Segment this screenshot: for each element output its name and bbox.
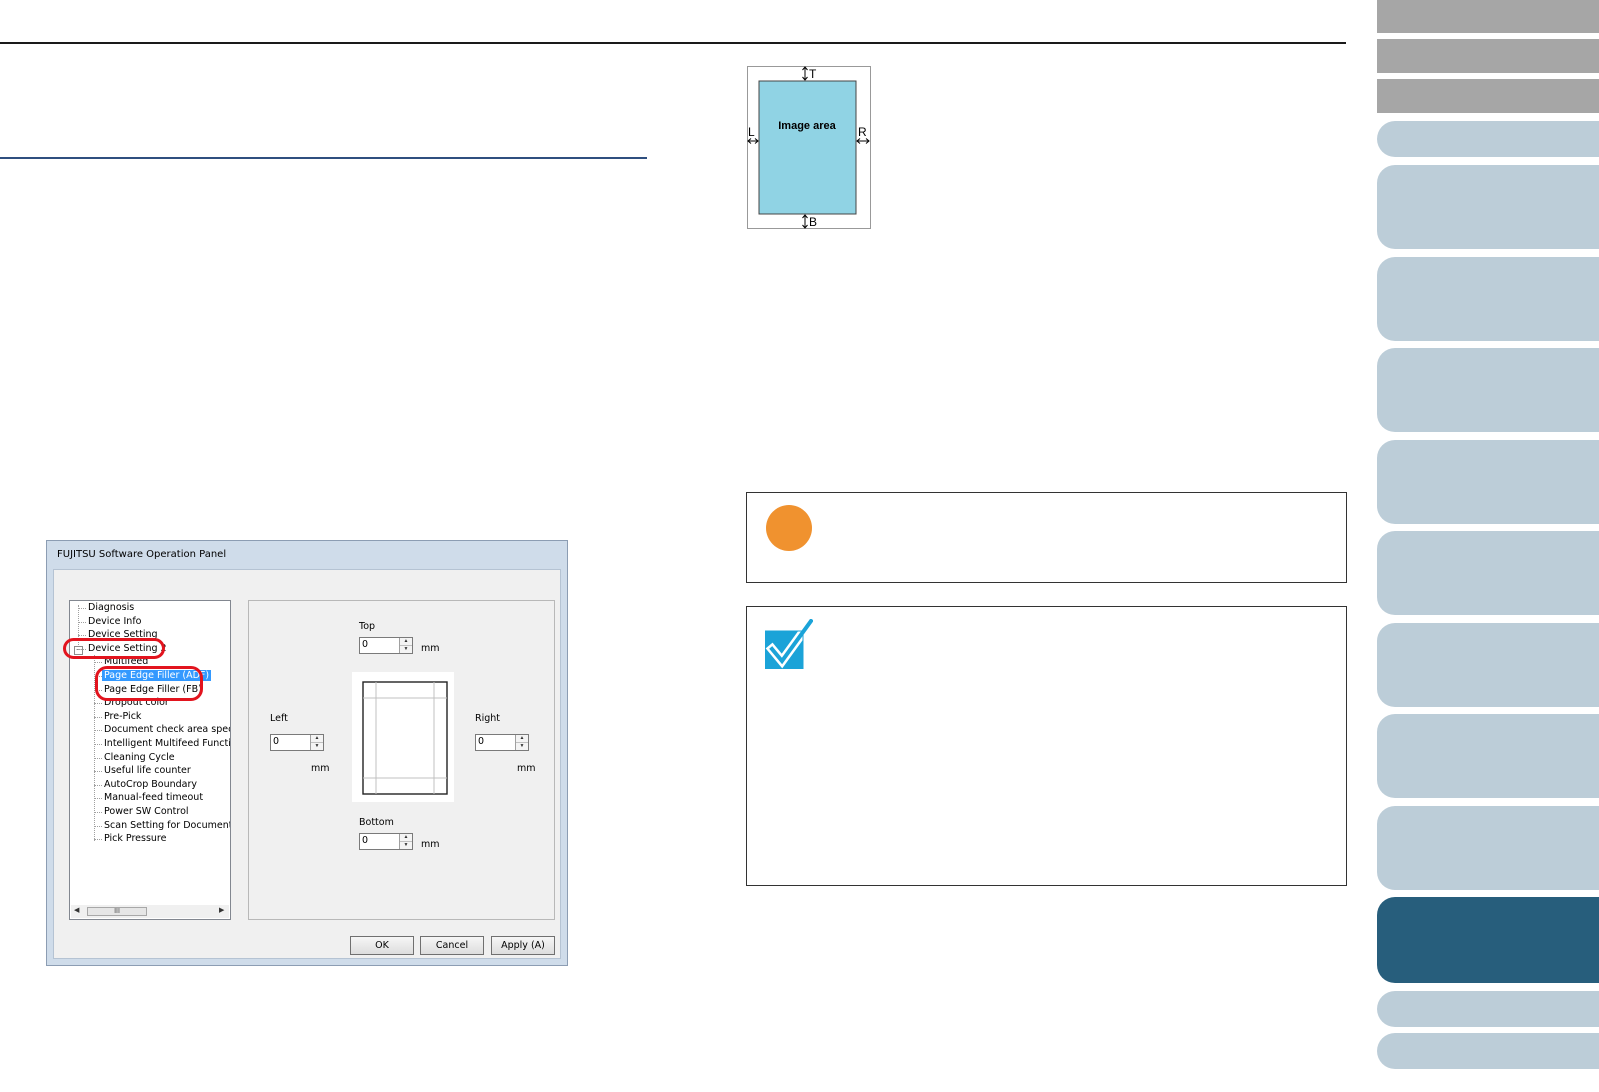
- bottom-spinbox[interactable]: 0 ▲ ▼: [359, 833, 413, 850]
- right-value: 0: [478, 736, 485, 747]
- tree-item[interactable]: Manual-feed timeout: [102, 792, 205, 803]
- dialog-title-bar[interactable]: FUJITSU Software Operation Panel: [47, 541, 567, 567]
- scroll-right-icon[interactable]: ▶: [219, 906, 224, 914]
- header-rule: [0, 42, 1346, 44]
- tree-item[interactable]: Power SW Control: [102, 806, 191, 817]
- left-unit: mm: [311, 763, 330, 774]
- tree-connector: [94, 730, 102, 732]
- tree-item[interactable]: Pre-Pick: [102, 711, 143, 722]
- left-value: 0: [273, 736, 280, 747]
- spin-up-icon[interactable]: ▲: [400, 834, 412, 842]
- tree-item[interactable]: Useful life counter: [102, 765, 193, 776]
- spin-down-icon[interactable]: ▼: [400, 646, 412, 653]
- operation-panel-dialog: FUJITSU Software Operation Panel − Diagn…: [46, 540, 568, 966]
- right-spinbox[interactable]: 0 ▲ ▼: [475, 734, 529, 751]
- top-label: Top: [359, 621, 376, 632]
- nav-tab-index[interactable]: [1377, 39, 1599, 73]
- dialog-title: FUJITSU Software Operation Panel: [57, 549, 227, 560]
- tree-item[interactable]: Pick Pressure: [102, 833, 168, 844]
- nav-tab-chapter-6[interactable]: [1377, 623, 1599, 707]
- tree-item[interactable]: Diagnosis: [86, 602, 136, 613]
- nav-tab-chapter-4[interactable]: [1377, 440, 1599, 524]
- diagram-right-label: R: [858, 125, 867, 139]
- nav-tab-chapter-9-active[interactable]: [1377, 897, 1599, 983]
- tree-connector: [94, 662, 102, 664]
- left-spinbox[interactable]: 0 ▲ ▼: [270, 734, 324, 751]
- nav-tab-toc[interactable]: [1377, 0, 1599, 33]
- right-label: Right: [475, 713, 501, 724]
- bottom-value: 0: [362, 835, 369, 846]
- tree-item[interactable]: Scan Setting for Document wit: [102, 820, 230, 831]
- nav-tab-chapter-5[interactable]: [1377, 531, 1599, 615]
- nav-tab-chapter-3[interactable]: [1377, 348, 1599, 432]
- scroll-left-icon[interactable]: ◀: [74, 906, 79, 914]
- highlight-device-setting-2: [63, 638, 165, 659]
- spin-down-icon[interactable]: ▼: [400, 842, 412, 849]
- diagram-area-label: Image area: [778, 120, 836, 132]
- attention-circle-icon: [766, 505, 812, 551]
- spin-up-icon[interactable]: ▲: [400, 638, 412, 646]
- left-label: Left: [270, 713, 288, 724]
- spin-down-icon[interactable]: ▼: [311, 743, 323, 750]
- tree-connector: [94, 771, 102, 773]
- highlight-page-edge-filler-items: [95, 666, 203, 701]
- spin-up-icon[interactable]: ▲: [516, 735, 528, 743]
- page-edge-filler-panel: Top 0 ▲ ▼ mm Left 0 ▲ ▼ mm Right 0 ▲ ▼ mm: [248, 600, 555, 920]
- tree-connector: [78, 635, 86, 637]
- tree-item[interactable]: Intelligent Multifeed Function: [102, 738, 230, 749]
- spin-up-icon[interactable]: ▲: [311, 735, 323, 743]
- tree-item[interactable]: Document check area specific: [102, 724, 230, 735]
- right-unit: mm: [517, 763, 536, 774]
- apply-button[interactable]: Apply (A): [491, 936, 555, 955]
- nav-tab-glossary[interactable]: [1377, 1033, 1599, 1069]
- top-value: 0: [362, 639, 369, 650]
- nav-tab-chapter-1[interactable]: [1377, 165, 1599, 249]
- attention-box: [746, 492, 1347, 583]
- hint-box: [746, 606, 1347, 886]
- image-area-diagram: T B L R Image area: [747, 66, 871, 229]
- tree-connector: [94, 757, 102, 759]
- tree-item[interactable]: Cleaning Cycle: [102, 752, 177, 763]
- nav-tab-introduction[interactable]: [1377, 79, 1599, 113]
- bottom-unit: mm: [421, 839, 440, 850]
- dialog-client-area: − Diagnosis Device Info Device Setting Devi…: [53, 569, 561, 959]
- tree-connector: [94, 812, 102, 813]
- tree-item[interactable]: Device Info: [86, 616, 144, 627]
- diagram-top-label: T: [809, 67, 817, 81]
- diagram-left-label: L: [748, 125, 755, 139]
- tree-connector: [94, 798, 102, 800]
- tree-horizontal-scrollbar[interactable]: ◀ III ▶: [71, 905, 229, 918]
- tree-connector: [94, 744, 102, 745]
- nav-tab-appendix[interactable]: [1377, 991, 1599, 1027]
- cancel-button[interactable]: Cancel: [420, 936, 484, 955]
- tree-item[interactable]: AutoCrop Boundary: [102, 779, 199, 790]
- tree-connector: [94, 703, 102, 705]
- bottom-label: Bottom: [359, 817, 394, 828]
- section-rule: [0, 157, 647, 159]
- spin-down-icon[interactable]: ▼: [516, 743, 528, 750]
- top-spinbox[interactable]: 0 ▲ ▼: [359, 637, 413, 654]
- tree-connector: [94, 784, 102, 786]
- scroll-thumb[interactable]: III: [87, 907, 147, 916]
- tree-connector: [94, 839, 102, 841]
- tree-connector: [78, 608, 86, 609]
- diagram-bottom-label: B: [809, 215, 817, 229]
- checkmark-icon: [765, 619, 813, 669]
- tree-connector: [94, 716, 102, 718]
- top-unit: mm: [421, 643, 440, 654]
- ok-button[interactable]: OK: [350, 936, 414, 955]
- nav-tab-chapter-2[interactable]: [1377, 257, 1599, 341]
- nav-tab-contents-map[interactable]: [1377, 121, 1599, 157]
- nav-tab-chapter-8[interactable]: [1377, 806, 1599, 890]
- margin-preview: [352, 672, 454, 802]
- nav-tab-chapter-7[interactable]: [1377, 714, 1599, 798]
- tree-connector: [94, 825, 102, 827]
- tree-connector: [78, 621, 86, 623]
